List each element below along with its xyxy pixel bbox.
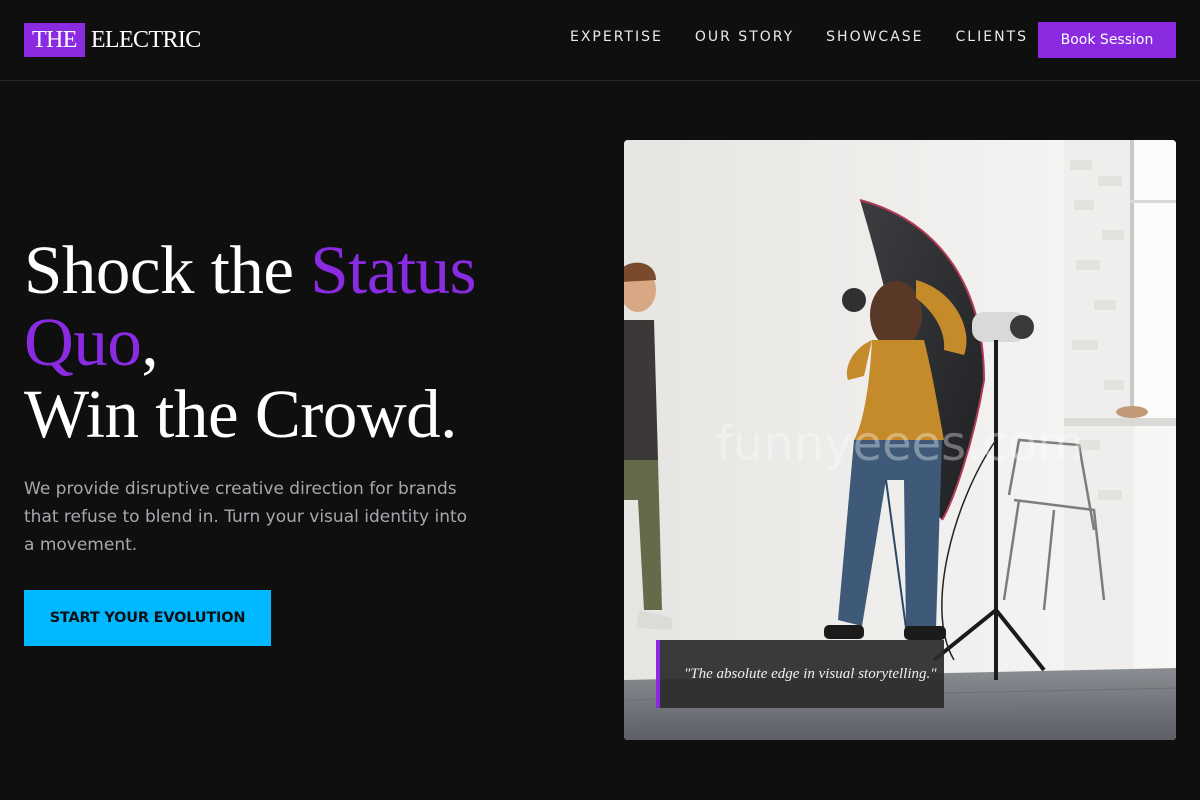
headline-accent-status: Status: [310, 232, 476, 308]
headline-line3: Win the Crowd.: [24, 376, 457, 452]
top-nav: THE ELECTRIC EXPERTISE OUR STORY SHOWCAS…: [0, 0, 1200, 81]
nav-links: EXPERTISE OUR STORY SHOWCASE CLIENTS: [570, 29, 1028, 45]
hero-photo: funnyeees.com "The absolute edge in visu…: [624, 140, 1176, 740]
logo-mark: THE: [24, 23, 85, 57]
nav-link-clients[interactable]: CLIENTS: [956, 29, 1028, 45]
nav-link-our-story[interactable]: OUR STORY: [695, 29, 794, 45]
quote-overlay: "The absolute edge in visual storytellin…: [656, 640, 944, 708]
brand-logo[interactable]: THE ELECTRIC: [24, 23, 201, 57]
headline-comma: ,: [141, 304, 159, 380]
headline-part1: Shock the: [24, 232, 311, 308]
hero-headline: Shock the Status Quo, Win the Crowd.: [24, 234, 584, 450]
quote-text: "The absolute edge in visual storytellin…: [684, 665, 937, 682]
logo-wordmark: ELECTRIC: [90, 26, 201, 53]
nav-link-expertise[interactable]: EXPERTISE: [570, 29, 663, 45]
nav-link-showcase[interactable]: SHOWCASE: [826, 29, 923, 45]
hero-subtext: We provide disruptive creative direction…: [24, 479, 468, 555]
photo-watermark: funnyeees.com: [716, 416, 1084, 472]
book-session-button[interactable]: Book Session: [1038, 22, 1176, 58]
headline-accent-quo: Quo: [24, 304, 142, 380]
start-evolution-button[interactable]: START YOUR EVOLUTION: [24, 590, 271, 646]
